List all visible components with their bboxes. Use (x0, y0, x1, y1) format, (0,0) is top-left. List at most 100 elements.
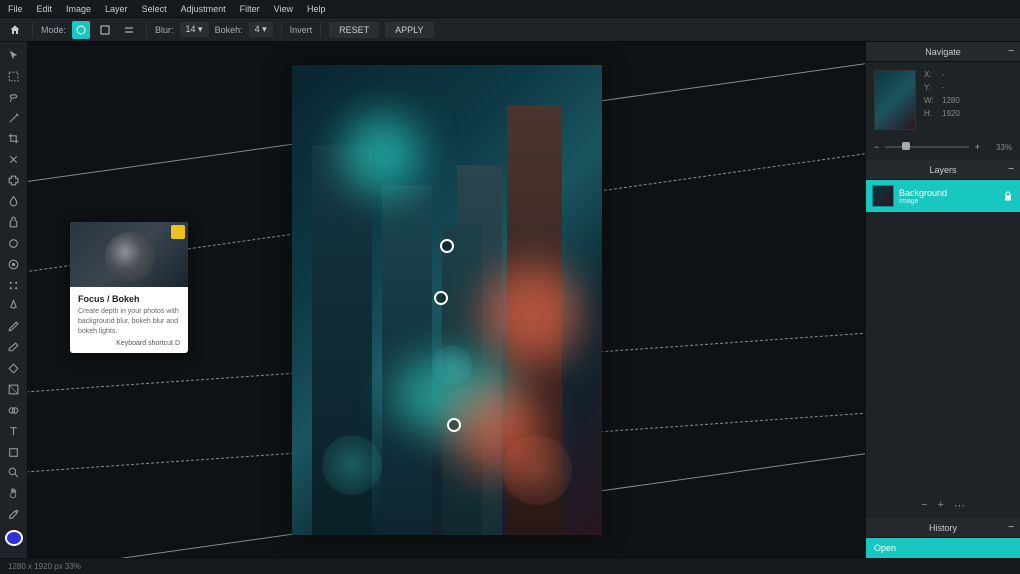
blur-tool-icon[interactable] (3, 234, 25, 253)
status-text: 1280 x 1920 px 33% (8, 562, 81, 571)
collapse-icon[interactable]: − (1008, 164, 1014, 175)
collapse-icon[interactable]: − (1008, 46, 1014, 57)
delete-layer-icon[interactable]: − (921, 499, 927, 512)
mode-tilt-icon[interactable] (120, 21, 138, 39)
tooltip-description: Create depth in your photos with backgro… (78, 307, 180, 336)
toolbox (0, 42, 28, 558)
home-icon[interactable] (6, 21, 24, 39)
image-content (322, 435, 382, 495)
text-tool-icon[interactable] (3, 422, 25, 441)
mode-label: Mode: (41, 25, 66, 35)
invert-toggle[interactable]: Invert (290, 25, 313, 35)
lasso-tool-icon[interactable] (3, 88, 25, 107)
history-item[interactable]: Open (866, 538, 1020, 558)
x-value: - (942, 70, 945, 79)
separator (32, 22, 33, 38)
zoom-out-icon[interactable]: − (874, 142, 879, 152)
h-value: 1920 (942, 109, 960, 118)
status-bar: 1280 x 1920 px 33% (0, 558, 1020, 574)
tooltip-preview (70, 222, 188, 287)
replace-color-tool-icon[interactable] (3, 401, 25, 420)
pen-tool-icon[interactable] (3, 297, 25, 316)
navigate-body: X:- Y:- W: 1280 H: 1920 (866, 62, 1020, 138)
separator (320, 22, 321, 38)
menu-adjustment[interactable]: Adjustment (181, 4, 226, 14)
menu-image[interactable]: Image (66, 4, 91, 14)
zoom-slider-handle[interactable] (902, 142, 910, 150)
history-list: Open (866, 538, 1020, 558)
h-label: H: (924, 109, 936, 118)
layer-thumbnail[interactable] (872, 185, 894, 207)
collapse-icon[interactable]: − (1008, 522, 1014, 533)
focus-handle[interactable] (434, 291, 448, 305)
focus-handle[interactable] (447, 418, 461, 432)
menu-select[interactable]: Select (142, 4, 167, 14)
marquee-tool-icon[interactable] (3, 67, 25, 86)
zoom-tool-icon[interactable] (3, 464, 25, 483)
layer-item[interactable]: Background Image (866, 180, 1020, 212)
zoom-slider-row: − + 33% (866, 138, 1020, 160)
picker-tool-icon[interactable] (3, 505, 25, 524)
foreground-color[interactable] (5, 530, 23, 546)
menu-layer[interactable]: Layer (105, 4, 128, 14)
layers-panel-header[interactable]: Layers − (866, 160, 1020, 180)
menu-view[interactable]: View (274, 4, 293, 14)
right-panel: Navigate − X:- Y:- W: 1280 H: 1920 − + 33% (865, 42, 1020, 558)
y-label: Y: (924, 83, 936, 92)
focus-tool-icon[interactable] (3, 255, 25, 274)
separator (146, 22, 147, 38)
menubar: File Edit Image Layer Select Adjustment … (0, 0, 1020, 18)
liquify-tool-icon[interactable] (3, 192, 25, 211)
image-content (432, 345, 472, 385)
apply-button[interactable]: APPLY (385, 22, 433, 38)
navigate-title: Navigate (925, 47, 961, 57)
eraser-tool-icon[interactable] (3, 338, 25, 357)
menu-edit[interactable]: Edit (37, 4, 53, 14)
mode-linear-icon[interactable] (96, 21, 114, 39)
wand-tool-icon[interactable] (3, 109, 25, 128)
options-toolbar: Mode: Blur: 14 ▾ Bokeh: 4 ▾ Invert RESET… (0, 18, 1020, 42)
w-label: W: (924, 96, 936, 105)
blur-select[interactable]: 14 ▾ (180, 22, 209, 37)
add-layer-icon[interactable]: + (938, 499, 944, 512)
main-area: Focus / Bokeh Create depth in your photo… (0, 42, 1020, 558)
fill-tool-icon[interactable] (3, 359, 25, 378)
menu-file[interactable]: File (8, 4, 23, 14)
tooltip-title: Focus / Bokeh (78, 294, 180, 304)
separator (281, 22, 282, 38)
zoom-in-icon[interactable]: + (975, 142, 980, 152)
navigator-info: X:- Y:- W: 1280 H: 1920 (924, 70, 960, 118)
navigator-thumbnail[interactable] (874, 70, 916, 130)
zoom-slider[interactable] (885, 146, 968, 148)
shape-tool-icon[interactable] (3, 443, 25, 462)
lock-icon[interactable] (1002, 190, 1014, 202)
navigate-panel-header[interactable]: Navigate − (866, 42, 1020, 62)
heal-tool-icon[interactable] (3, 171, 25, 190)
crop-tool-icon[interactable] (3, 130, 25, 149)
layer-options-icon[interactable]: ⋯ (954, 499, 965, 512)
premium-badge-icon (171, 225, 185, 239)
y-value: - (942, 83, 945, 92)
history-title: History (929, 523, 957, 533)
zoom-value: 33% (986, 143, 1012, 152)
canvas-area[interactable]: Focus / Bokeh Create depth in your photo… (28, 42, 865, 558)
hand-tool-icon[interactable] (3, 484, 25, 503)
mode-radial-icon[interactable] (72, 21, 90, 39)
menu-filter[interactable]: Filter (240, 4, 260, 14)
bokeh-label: Bokeh: (215, 25, 243, 35)
x-label: X: (924, 70, 936, 79)
bokeh-select[interactable]: 4 ▾ (249, 22, 273, 37)
app-window: File Edit Image Layer Select Adjustment … (0, 0, 1020, 574)
history-panel-header[interactable]: History − (866, 518, 1020, 538)
pointer-tool-icon[interactable] (3, 46, 25, 65)
layer-type: Image (899, 198, 997, 205)
cut-tool-icon[interactable] (3, 150, 25, 169)
canvas-image[interactable] (292, 65, 602, 535)
reset-button[interactable]: RESET (329, 22, 379, 38)
draw-tool-icon[interactable] (3, 317, 25, 336)
w-value: 1280 (942, 96, 960, 105)
gradient-tool-icon[interactable] (3, 380, 25, 399)
disperse-tool-icon[interactable] (3, 276, 25, 295)
clone-tool-icon[interactable] (3, 213, 25, 232)
menu-help[interactable]: Help (307, 4, 326, 14)
